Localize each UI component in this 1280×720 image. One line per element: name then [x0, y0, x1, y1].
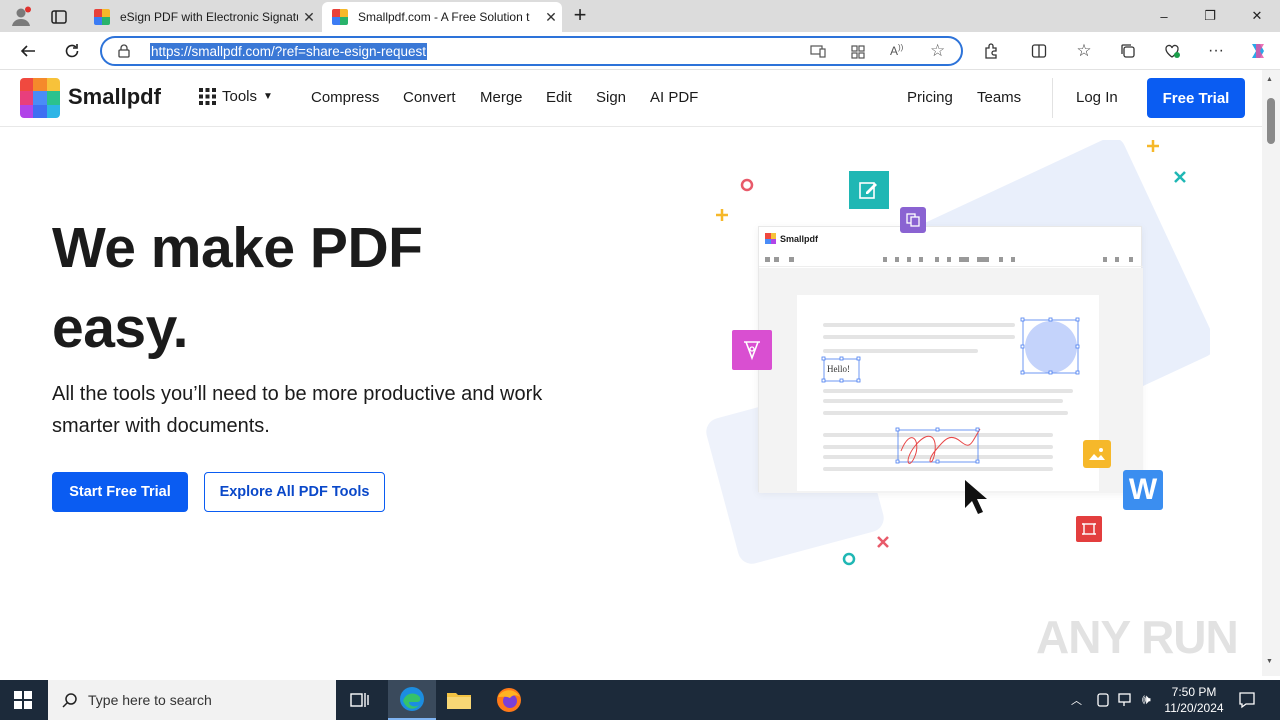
read-aloud-icon[interactable]: A)): [890, 43, 903, 58]
system-clock[interactable]: 7:50 PM 11/20/2024: [1164, 684, 1224, 716]
tab-title: eSign PDF with Electronic Signatu: [120, 10, 298, 24]
browser-toolbar: https://smallpdf.com/?ref=share-esign-re…: [0, 32, 1280, 70]
smallpdf-favicon-icon: [94, 9, 110, 25]
mini-logo-icon: [765, 233, 776, 244]
scroll-up-icon[interactable]: ▲: [1266, 76, 1273, 83]
volume-icon[interactable]: 🕪: [1142, 691, 1151, 708]
explore-tools-button[interactable]: Explore All PDF Tools: [204, 472, 385, 512]
edge-taskbar-icon[interactable]: [388, 680, 436, 720]
url-text[interactable]: https://smallpdf.com/?ref=share-esign-re…: [150, 43, 428, 60]
tray-chevron-icon[interactable]: ︿: [1071, 692, 1082, 708]
web-page: Smallpdf Tools ▼ Compress Convert Merge …: [0, 70, 1262, 676]
nav-compress[interactable]: Compress: [311, 89, 379, 106]
taskbar-search-box[interactable]: Type here to search: [48, 680, 336, 720]
page-scrollbar[interactable]: ▲ ▼: [1262, 70, 1280, 676]
hero-title-line2: easy.: [52, 296, 188, 360]
hero-title-line1: We make PDF: [52, 216, 423, 280]
smallpdf-logo-icon[interactable]: [20, 78, 60, 118]
nav-convert[interactable]: Convert: [403, 89, 456, 106]
tab-close-icon[interactable]: ✕: [298, 9, 320, 26]
caret-down-icon: ▼: [263, 91, 273, 102]
hero-subtitle-line2: smarter with documents.: [52, 415, 270, 437]
more-menu-icon[interactable]: ···: [1200, 32, 1232, 70]
maximize-button[interactable]: ❐: [1187, 0, 1233, 32]
app-available-icon[interactable]: [810, 44, 826, 63]
tab-actions-icon[interactable]: [48, 6, 70, 28]
copilot-icon[interactable]: [1242, 32, 1274, 70]
network-icon[interactable]: [1118, 692, 1134, 713]
image-tool-icon: [1083, 440, 1111, 468]
smallpdf-favicon-icon: [332, 9, 348, 25]
app-name: Smallpdf: [780, 233, 819, 244]
edit-tool-icon: [849, 171, 889, 209]
minimize-button[interactable]: –: [1141, 0, 1187, 32]
nav-teams[interactable]: Teams: [977, 89, 1021, 106]
tab-title: Smallpdf.com - A Free Solution t: [358, 10, 530, 24]
tab-esign[interactable]: eSign PDF with Electronic Signatu ✕: [84, 2, 320, 32]
windows-start-icon[interactable]: [14, 691, 32, 714]
firefox-icon[interactable]: [496, 687, 522, 718]
mouse-cursor-icon: [963, 478, 995, 523]
hero-subtitle-line1: All the tools you’ll need to be more pro…: [52, 383, 543, 405]
notifications-icon[interactable]: [1238, 691, 1256, 714]
window-close-button[interactable]: ✕: [1234, 0, 1280, 32]
hero-illustration: Smallpdf Hello! W: [690, 140, 1210, 580]
new-tab-button[interactable]: +: [568, 4, 592, 28]
document-page: Hello!: [797, 295, 1099, 491]
file-explorer-icon[interactable]: [446, 689, 472, 716]
login-link[interactable]: Log In: [1076, 89, 1118, 106]
collections-icon[interactable]: [1112, 32, 1144, 70]
scroll-down-icon[interactable]: ▼: [1266, 658, 1273, 665]
nav-divider: [1052, 78, 1053, 118]
sign-pen-icon: [732, 330, 772, 370]
favorite-star-icon[interactable]: ☆: [930, 42, 945, 59]
nav-pricing[interactable]: Pricing: [907, 89, 953, 106]
free-trial-button[interactable]: Free Trial: [1147, 78, 1245, 118]
merge-tool-icon: [900, 207, 926, 233]
hero-subtitle: All the tools you’ll need to be more pro…: [52, 378, 592, 442]
hello-text: Hello!: [827, 364, 850, 374]
apps-grid-icon[interactable]: [850, 44, 866, 65]
browser-title-bar: eSign PDF with Electronic Signatu ✕ Smal…: [0, 0, 1280, 32]
refresh-icon[interactable]: [56, 32, 88, 70]
back-arrow-icon[interactable]: [12, 32, 44, 70]
app-header: Smallpdf: [765, 233, 818, 244]
browser-essentials-icon[interactable]: [1156, 32, 1188, 70]
start-free-trial-button[interactable]: Start Free Trial: [52, 472, 188, 512]
app-toolbar: [759, 253, 1143, 267]
tools-menu[interactable]: Tools ▼: [199, 88, 273, 105]
device-tray-icon[interactable]: [1096, 692, 1110, 713]
nav-ai-pdf[interactable]: AI PDF: [650, 89, 698, 106]
extensions-icon[interactable]: [975, 32, 1007, 70]
search-icon: [62, 693, 77, 708]
grid-icon: [199, 88, 216, 105]
split-screen-icon[interactable]: [1023, 32, 1055, 70]
nav-sign[interactable]: Sign: [596, 89, 626, 106]
crop-tool-icon: [1076, 516, 1102, 542]
nav-merge[interactable]: Merge: [480, 89, 523, 106]
anyrun-watermark: ANY RUN: [1036, 611, 1239, 663]
scrollbar-thumb[interactable]: [1267, 98, 1275, 144]
windows-taskbar: Type here to search ︿ 🕪 7:50 PM 11/20/20…: [0, 680, 1280, 720]
site-header: Smallpdf Tools ▼ Compress Convert Merge …: [0, 70, 1262, 127]
word-file-icon: W: [1123, 470, 1163, 510]
tools-label: Tools: [222, 88, 258, 105]
address-bar[interactable]: https://smallpdf.com/?ref=share-esign-re…: [100, 36, 963, 66]
favorites-icon[interactable]: ☆: [1068, 32, 1100, 70]
hero-title: We make PDF easy.: [52, 208, 423, 368]
search-placeholder: Type here to search: [88, 692, 212, 708]
tab-close-icon[interactable]: ✕: [540, 9, 562, 26]
logo-text[interactable]: Smallpdf: [68, 84, 161, 110]
profile-icon[interactable]: [10, 6, 32, 28]
tab-smallpdf-home[interactable]: Smallpdf.com - A Free Solution t ✕: [322, 2, 562, 32]
task-view-icon[interactable]: [350, 691, 370, 714]
clock-time: 7:50 PM: [1171, 685, 1217, 699]
clock-date: 11/20/2024: [1164, 701, 1224, 715]
lock-icon[interactable]: [118, 44, 130, 63]
nav-edit[interactable]: Edit: [546, 89, 572, 106]
